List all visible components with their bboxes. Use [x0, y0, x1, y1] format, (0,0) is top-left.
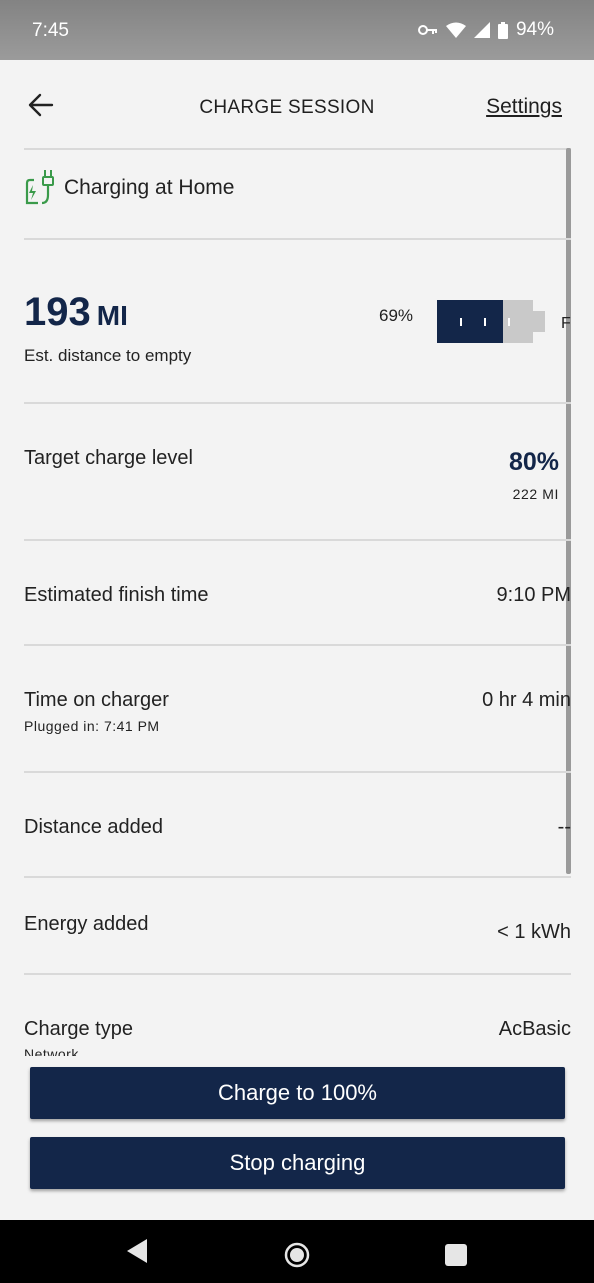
vpn-key-icon [417, 24, 438, 36]
charge-to-100-button[interactable]: Charge to 100% [30, 1067, 565, 1119]
distance-added-label: Distance added [24, 816, 163, 838]
charge-type-label: Charge type [24, 1018, 133, 1040]
cell-signal-icon [473, 22, 490, 38]
charge-type-value: AcBasic [498, 1018, 571, 1040]
divider [24, 402, 571, 404]
divider [24, 644, 571, 646]
scrollbar[interactable] [566, 148, 571, 874]
plugged-in-time: Plugged in: 7:41 PM [24, 718, 160, 734]
distance-added-value: -- [557, 816, 571, 838]
wifi-icon [445, 22, 466, 38]
range-label: Est. distance to empty [24, 346, 192, 365]
settings-link[interactable]: Settings [486, 95, 562, 119]
stop-charging-button[interactable]: Stop charging [30, 1137, 565, 1189]
status-battery-pct: 94% [515, 19, 554, 40]
battery-status-icon [497, 21, 508, 39]
nav-recents-icon[interactable] [445, 1244, 467, 1271]
battery-gauge [437, 300, 545, 343]
battery-full-marker: F [561, 315, 571, 332]
divider [24, 876, 571, 878]
charging-plug-icon [24, 167, 54, 210]
system-nav-bar [0, 1220, 594, 1283]
divider [24, 973, 571, 975]
divider [24, 539, 571, 541]
status-time: 7:45 [32, 20, 69, 41]
charging-location: Charging at Home [24, 158, 234, 218]
time-on-charger-label: Time on charger [24, 689, 169, 711]
divider [24, 771, 571, 773]
nav-back-icon[interactable] [126, 1238, 148, 1269]
range-value: 193 MI [24, 290, 128, 335]
target-charge-distance: 222 MI [512, 486, 559, 502]
battery-percent: 69% [379, 306, 414, 325]
status-bar: 7:45 94% [0, 0, 594, 60]
finish-time-label: Estimated finish time [24, 584, 209, 606]
nav-home-icon[interactable] [284, 1242, 310, 1273]
charging-location-label: Charging at Home [64, 176, 235, 199]
divider [24, 238, 571, 240]
time-on-charger-value: 0 hr 4 min [482, 689, 571, 711]
app-header: CHARGE SESSION Settings [0, 60, 594, 150]
target-charge-label: Target charge level [24, 447, 193, 469]
energy-added-value: < 1 kWh [497, 921, 571, 943]
range-unit: MI [96, 300, 128, 331]
target-charge-percent[interactable]: 80% [509, 448, 559, 477]
range-number: 193 [24, 290, 91, 334]
energy-added-label: Energy added [24, 913, 149, 935]
finish-time-value: 9:10 PM [496, 584, 571, 606]
divider [24, 148, 571, 150]
status-icons: 94% [417, 19, 554, 41]
